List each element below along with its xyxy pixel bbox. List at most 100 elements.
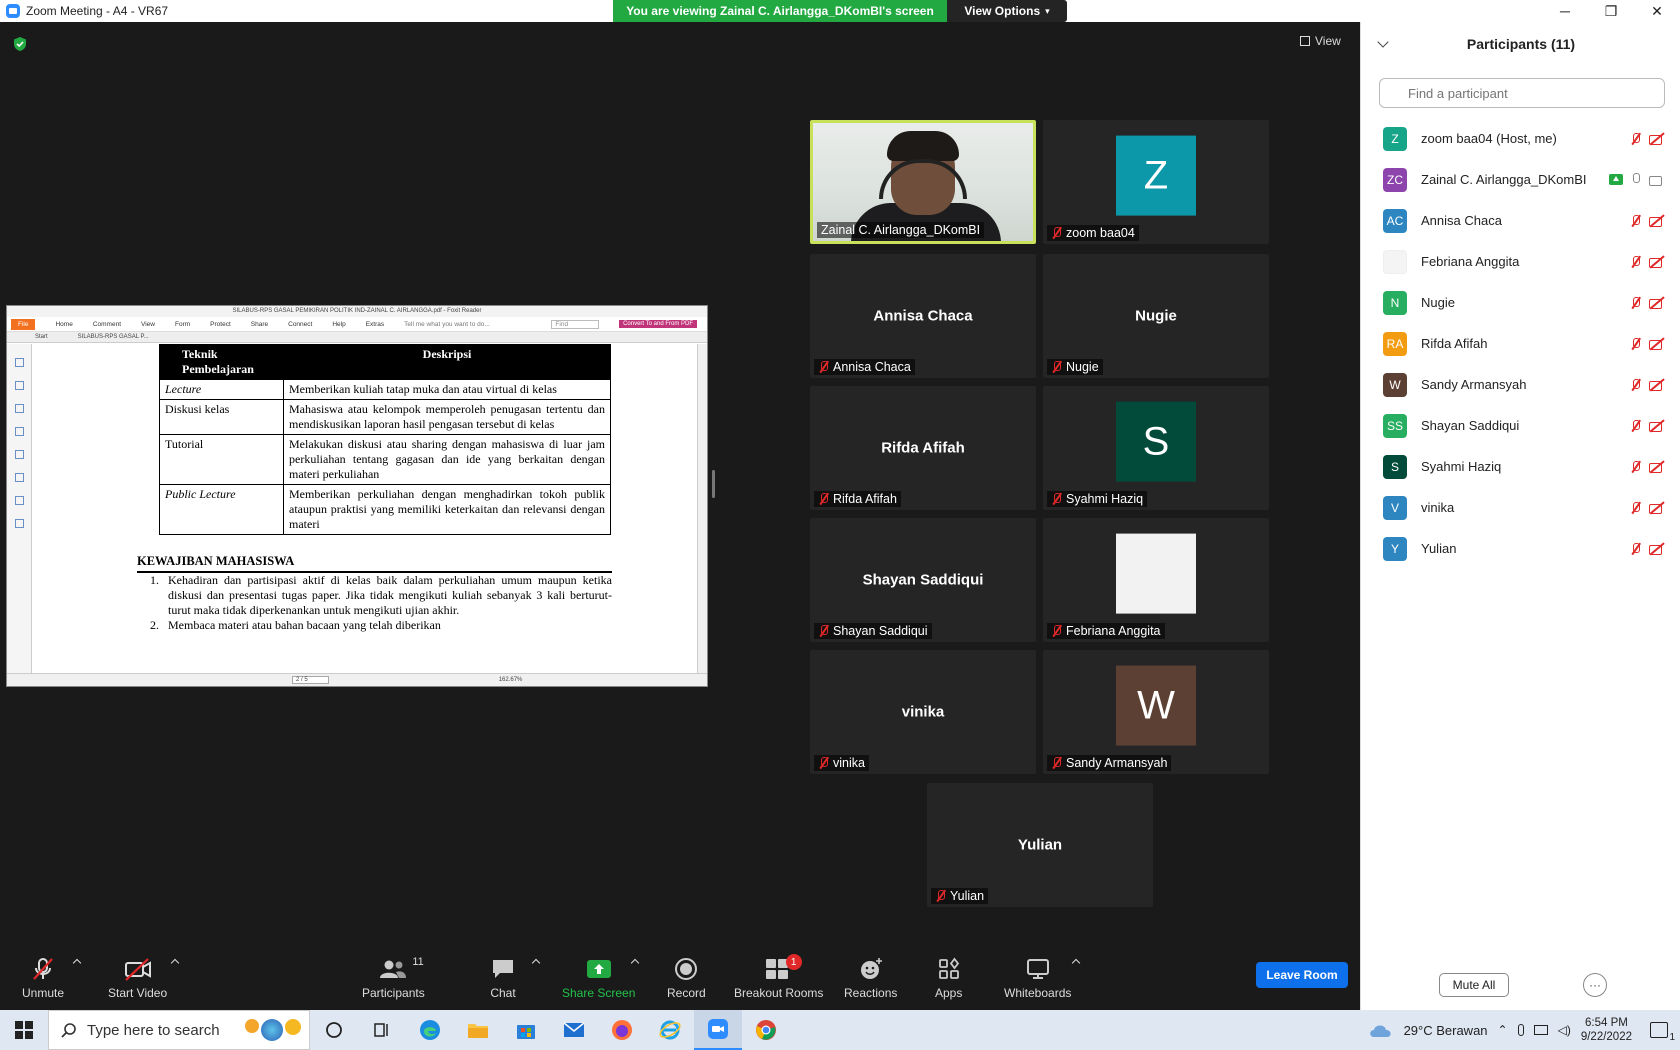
ribbon-view[interactable]: View (141, 321, 155, 328)
minimize-button[interactable]: ─ (1542, 0, 1588, 22)
video-tile[interactable]: S Syahmi Haziq (1043, 386, 1269, 510)
encryption-shield-icon[interactable] (12, 36, 28, 52)
pages-icon[interactable] (15, 381, 24, 390)
chat-options-caret[interactable] (531, 958, 541, 968)
weather-text[interactable]: 29°C Berawan (1404, 1023, 1488, 1038)
breakout-rooms-button[interactable]: 1 Breakout Rooms (734, 954, 823, 1000)
video-tile[interactable]: Zainal C. Airlangga_DKomBI (810, 120, 1036, 244)
store-icon[interactable] (502, 1010, 550, 1050)
mic-icon[interactable] (1631, 173, 1641, 186)
mic-muted-icon[interactable] (1630, 460, 1641, 473)
cortana-icon[interactable] (310, 1010, 358, 1050)
tab-document[interactable]: SILABUS-RPS GASAL P... (78, 334, 149, 340)
ribbon-tell-me[interactable]: Tell me what you want to do... (404, 321, 490, 328)
mic-muted-icon[interactable] (1630, 378, 1641, 391)
ribbon-comment[interactable]: Comment (93, 321, 121, 328)
bookmark-icon[interactable] (15, 358, 24, 367)
taskbar-clock[interactable]: 6:54 PM 9/22/2022 (1581, 1016, 1632, 1044)
audio-options-caret[interactable] (72, 958, 82, 968)
unmute-button[interactable]: Unmute (22, 956, 64, 1000)
signature-icon[interactable] (15, 473, 24, 482)
network-icon[interactable] (1533, 1025, 1548, 1035)
participant-row[interactable]: Zzoom baa04 (Host, me) (1361, 118, 1680, 159)
ribbon-extras[interactable]: Extras (366, 321, 384, 328)
start-video-button[interactable]: Start Video (108, 956, 167, 1000)
share-screen-button[interactable]: Share Screen (562, 956, 635, 1000)
internet-explorer-icon[interactable] (646, 1010, 694, 1050)
edge-icon[interactable] (406, 1010, 454, 1050)
video-options-caret[interactable] (170, 958, 180, 968)
zoom-level[interactable]: 162.67% (499, 677, 523, 683)
mic-muted-icon[interactable] (1630, 419, 1641, 432)
participants-button[interactable]: 11 Participants (362, 956, 425, 1000)
page-indicator[interactable]: 2 / 5 (292, 676, 329, 684)
participant-row[interactable]: Vvinika (1361, 487, 1680, 528)
windows-start-button[interactable] (0, 1010, 48, 1050)
video-tile[interactable]: Febriana Anggita (1043, 518, 1269, 642)
mute-all-button[interactable]: Mute All (1439, 973, 1509, 997)
mail-icon[interactable] (550, 1010, 598, 1050)
participant-row[interactable]: N Nugie (1361, 282, 1680, 323)
attachment-icon[interactable] (15, 450, 24, 459)
mic-muted-icon[interactable] (1630, 255, 1641, 268)
share-resize-handle[interactable] (712, 470, 715, 498)
participant-row[interactable]: ZC Zainal C. Airlangga_DKomBI (1361, 159, 1680, 200)
video-tile[interactable]: vinika vinika (810, 650, 1036, 774)
video-tile[interactable]: Yulian Yulian (927, 783, 1153, 907)
reactions-button[interactable]: Reactions (844, 956, 897, 1000)
participant-row[interactable]: AC Annisa Chaca (1361, 200, 1680, 241)
ribbon-help[interactable]: Help (332, 321, 345, 328)
video-tile[interactable]: Annisa Chaca Annisa Chaca (810, 254, 1036, 378)
foxit-find[interactable]: Find (551, 319, 600, 329)
security-icon[interactable] (15, 496, 24, 505)
close-button[interactable]: ✕ (1634, 0, 1680, 22)
video-tile[interactable]: Shayan Saddiqui Shayan Saddiqui (810, 518, 1036, 642)
mic-muted-icon[interactable] (1630, 296, 1641, 309)
leave-room-button[interactable]: Leave Room (1256, 962, 1348, 988)
participant-row[interactable]: Febriana Anggita (1361, 241, 1680, 282)
ribbon-share[interactable]: Share (251, 321, 268, 328)
comments-icon[interactable] (15, 427, 24, 436)
taskbar-search[interactable]: Type here to search (48, 1010, 310, 1050)
pdf-scrollbar[interactable] (697, 344, 707, 675)
ribbon-file[interactable]: File (11, 318, 36, 330)
record-button[interactable]: Record (667, 956, 706, 1000)
view-layout-button[interactable]: View (1300, 34, 1341, 48)
chevron-up-icon[interactable]: ⌃ (1498, 1023, 1508, 1037)
participant-row[interactable]: RA Rifda Afifah (1361, 323, 1680, 364)
chrome-icon[interactable] (742, 1010, 790, 1050)
ribbon-home[interactable]: Home (55, 321, 72, 328)
maximize-button[interactable]: ❐ (1588, 0, 1634, 22)
ribbon-connect[interactable]: Connect (288, 321, 312, 328)
chat-button[interactable]: Chat (490, 956, 516, 1000)
whiteboards-button[interactable]: Whiteboards (1004, 956, 1071, 1000)
participant-row[interactable]: Y Yulian (1361, 528, 1680, 569)
mic-muted-icon[interactable] (1630, 337, 1641, 350)
task-view-icon[interactable] (358, 1010, 406, 1050)
participant-row[interactable]: S Syahmi Haziq (1361, 446, 1680, 487)
view-options-button[interactable]: View Options ▾ (947, 0, 1067, 22)
ribbon-protect[interactable]: Protect (210, 321, 231, 328)
zoom-taskbar-icon[interactable] (694, 1010, 742, 1050)
shared-screen[interactable]: SILABUS-RPS GASAL PEMIKIRAN POLITIK IND-… (6, 305, 708, 687)
mic-muted-icon[interactable] (1630, 132, 1641, 145)
apps-button[interactable]: Apps (935, 956, 962, 1000)
video-tile[interactable]: W Sandy Armansyah (1043, 650, 1269, 774)
microphone-tray-icon[interactable] (1517, 1024, 1524, 1036)
notification-icon[interactable]: 1 (1650, 1022, 1675, 1043)
participant-row[interactable]: W Sandy Armansyah (1361, 364, 1680, 405)
video-tile[interactable]: Zzoom baa04 (1043, 120, 1269, 244)
firefox-icon[interactable] (598, 1010, 646, 1050)
more-options-button[interactable]: ··· (1583, 973, 1607, 997)
file-explorer-icon[interactable] (454, 1010, 502, 1050)
video-tile[interactable]: Rifda Afifah Rifda Afifah (810, 386, 1036, 510)
convert-banner[interactable]: Convert To and From PDF (619, 320, 697, 328)
tab-start[interactable]: Start (35, 334, 48, 340)
tools-icon[interactable] (15, 519, 24, 528)
participant-search-input[interactable] (1379, 78, 1665, 108)
volume-icon[interactable]: ◁) (1558, 1023, 1571, 1037)
mic-muted-icon[interactable] (1630, 501, 1641, 514)
layers-icon[interactable] (15, 404, 24, 413)
mic-muted-icon[interactable] (1630, 542, 1641, 555)
mic-muted-icon[interactable] (1630, 214, 1641, 227)
